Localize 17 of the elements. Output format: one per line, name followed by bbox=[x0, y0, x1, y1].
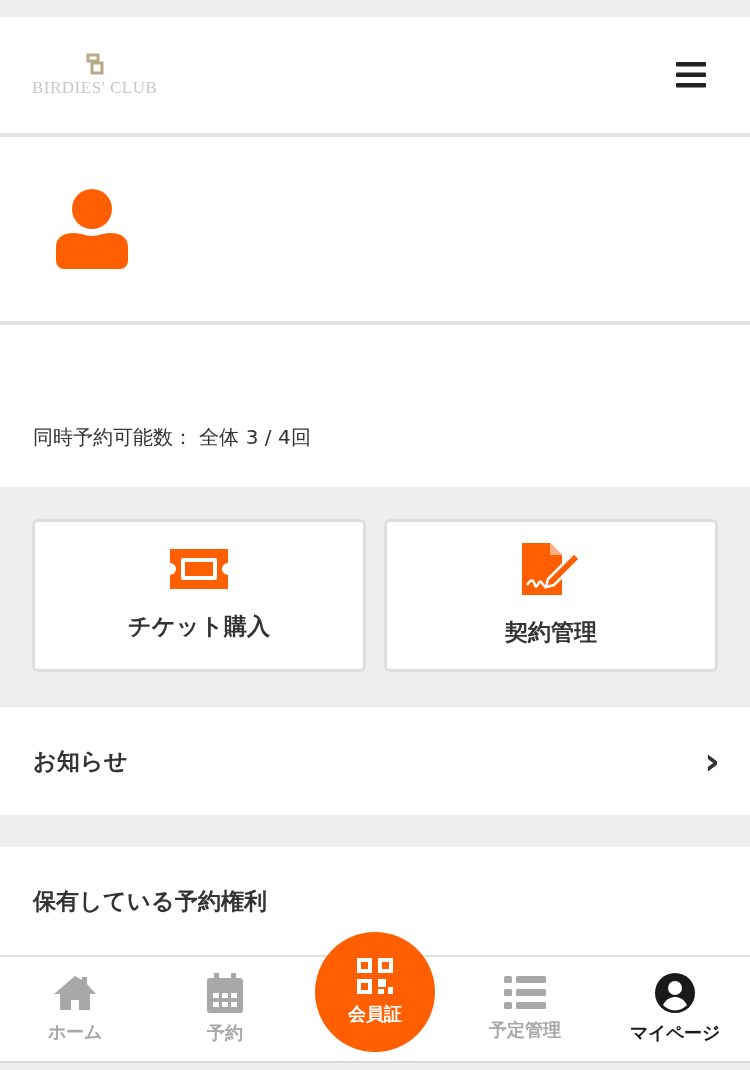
qr-code-icon bbox=[357, 958, 393, 994]
home-icon bbox=[52, 974, 98, 1012]
list-icon bbox=[504, 976, 546, 1010]
notices-row[interactable]: お知らせ › bbox=[0, 707, 750, 815]
notices-label: お知らせ bbox=[33, 746, 128, 776]
ticket-icon bbox=[170, 549, 228, 589]
reservation-limit-text: 同時予約可能数： 全体 3 / 4回 bbox=[33, 424, 311, 451]
section-title: 保有している予約権利 bbox=[33, 886, 267, 916]
chevron-icon: › bbox=[704, 742, 720, 780]
menu-icon[interactable] bbox=[676, 62, 706, 88]
avatar-icon bbox=[56, 189, 128, 269]
ticket-purchase-button[interactable]: チケット購入 bbox=[32, 519, 366, 672]
user-circle-icon bbox=[655, 973, 695, 1013]
nav-tab[interactable]: マイページ bbox=[600, 957, 750, 1061]
document-pen-icon bbox=[522, 543, 580, 595]
contract-button[interactable]: 契約管理 bbox=[384, 519, 718, 672]
calendar-icon bbox=[207, 973, 243, 1013]
